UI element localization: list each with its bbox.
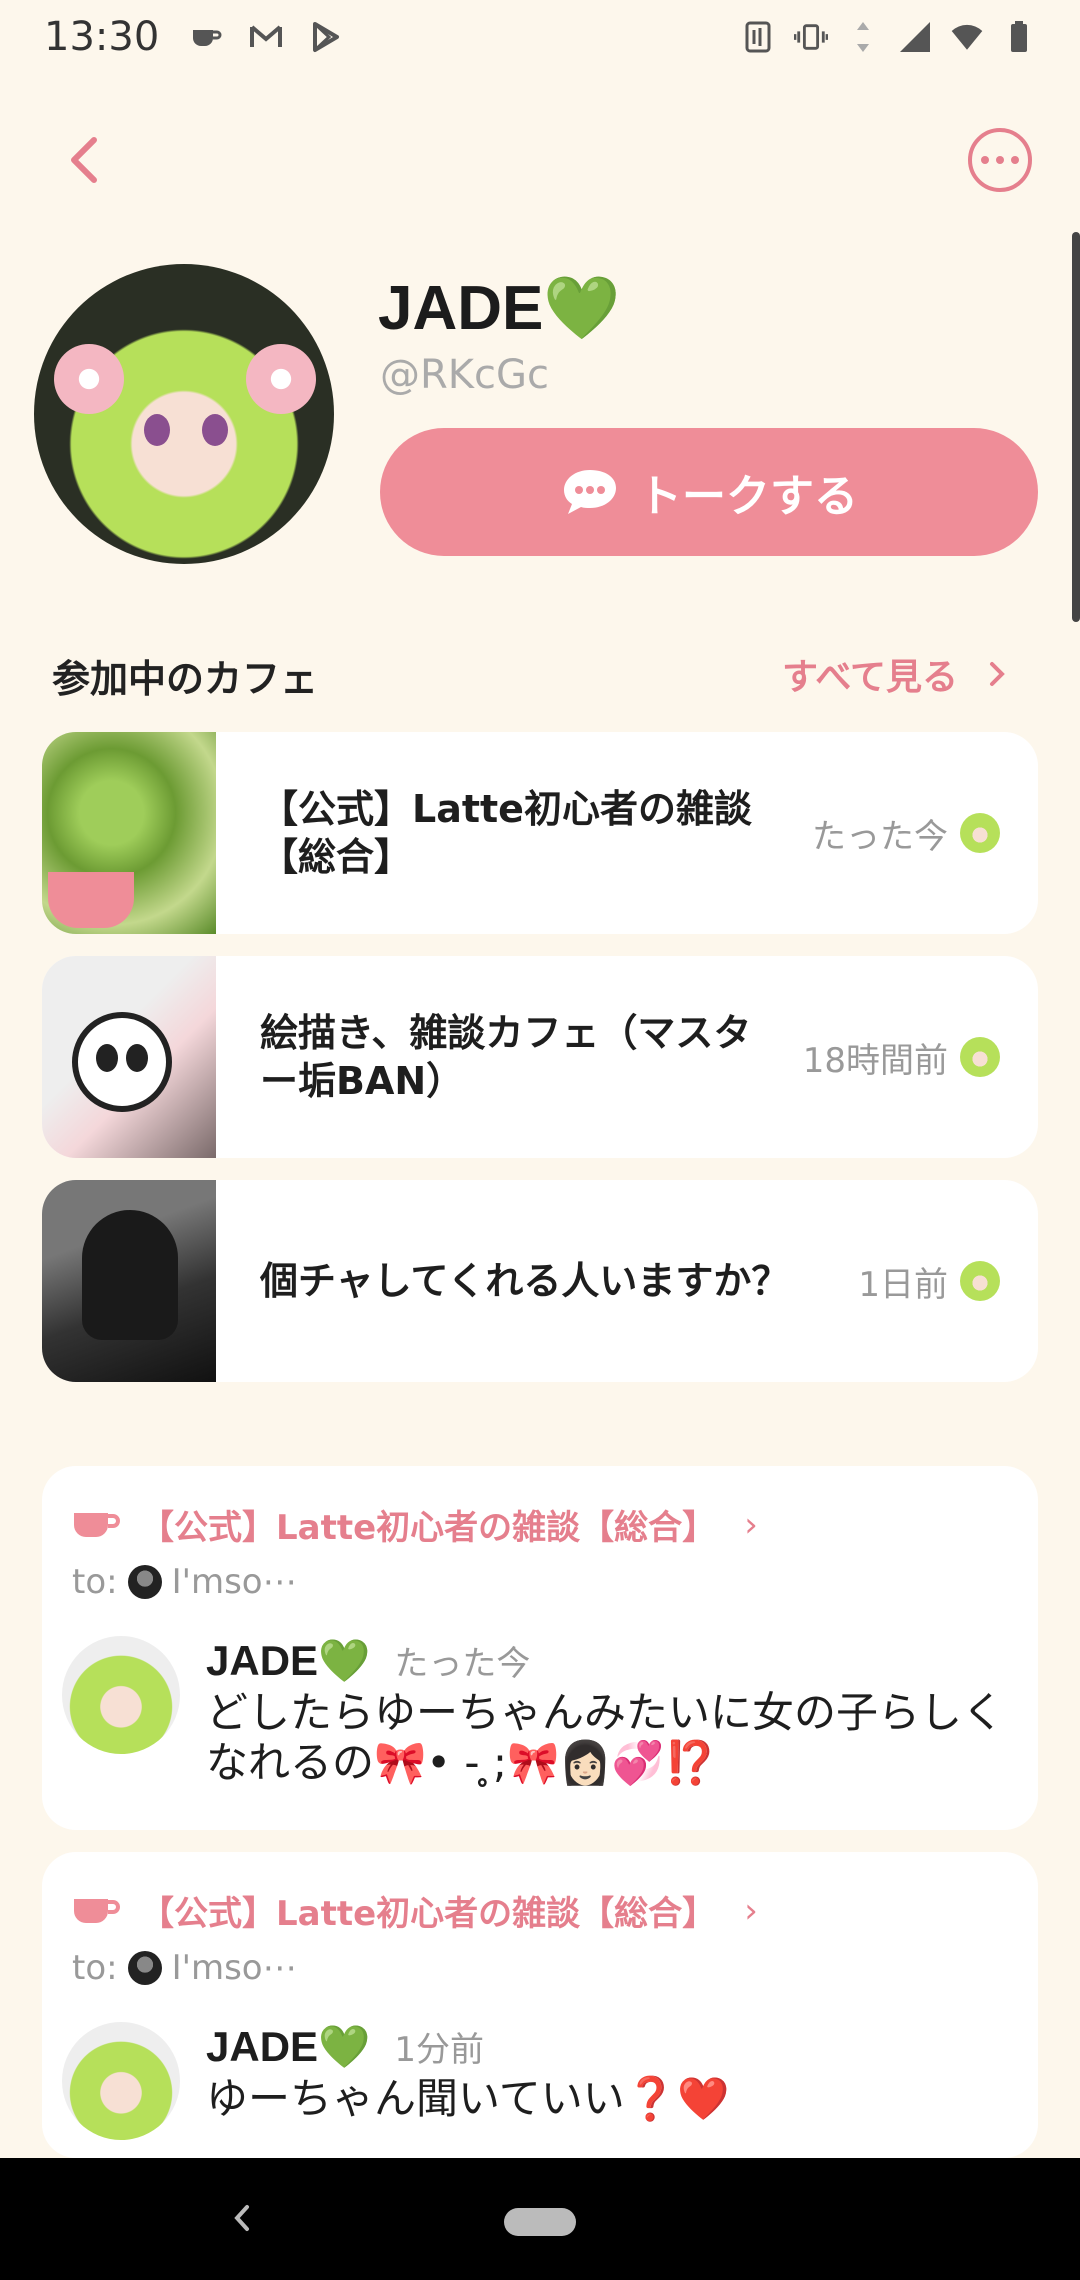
avatar <box>127 1951 162 1985</box>
cafe-time: 18時間前 <box>802 1040 948 1081</box>
nav-home-pill[interactable] <box>504 2208 576 2236</box>
profile-handle: @RKcGc <box>380 352 550 398</box>
cafe-time: たった今 <box>812 816 948 857</box>
cafe-card[interactable]: 個チャしてくれる人いますか？ 1日前 <box>42 1180 1038 1382</box>
scrollbar[interactable] <box>1072 232 1080 622</box>
cafe-name: 個チャしてくれる人いますか？ <box>260 1259 790 1303</box>
to-prefix: to: <box>72 1948 118 1988</box>
post-author: JADE💚 <box>206 2023 371 2070</box>
cafe-meta: 1日前 <box>858 1257 1038 1306</box>
cafe-thumbnail <box>42 732 216 934</box>
chevron-left-icon <box>71 137 97 183</box>
cup-icon <box>74 1512 120 1537</box>
data-arrows-icon <box>846 20 880 54</box>
signal-icon <box>898 20 932 54</box>
profile-avatar <box>34 264 334 564</box>
chevron-right-icon: › <box>744 1504 758 1545</box>
more-horizontal-icon <box>981 156 989 164</box>
avatar <box>127 1565 162 1599</box>
more-horizontal-icon <box>996 156 1004 164</box>
avatar <box>960 813 1000 853</box>
system-nav-bar <box>0 2158 1080 2280</box>
post-cafe-name: 【公式】Latte初心者の雑談【総合】 <box>140 1894 717 1934</box>
avatar[interactable] <box>62 1636 180 1754</box>
chevron-right-icon <box>990 662 1005 686</box>
post-body: どしたらゆーちゃんみたいに女の子らしくなれるの🎀• - ̥;🎀👩🏻💞⁉️ <box>206 1688 1005 1787</box>
post-author: JADE💚 <box>206 1637 371 1684</box>
post-recipient: to: I'mso⋯ <box>72 1948 297 1988</box>
status-bar: 13:30 <box>0 0 1080 74</box>
post-body: ゆーちゃん聞いていい❓❤️ <box>206 2074 730 2123</box>
cafe-meta: たった今 <box>812 809 1038 858</box>
post-header: JADE💚 1分前 <box>206 2022 484 2072</box>
chevron-left-icon <box>234 2205 249 2231</box>
top-bar <box>0 120 1080 200</box>
battery-icon <box>1002 20 1036 54</box>
cafe-card[interactable]: 【公式】Latte初心者の雑談【総合】 たった今 <box>42 732 1038 934</box>
cafe-meta: 18時間前 <box>803 1033 1038 1082</box>
cafe-thumbnail <box>42 1180 216 1382</box>
vibrate-icon <box>794 20 828 54</box>
cafe-thumbnail <box>42 956 216 1158</box>
post-time: 1分前 <box>394 2030 484 2070</box>
to-prefix: to: <box>72 1562 118 1602</box>
status-icons-right <box>742 20 1036 54</box>
avatar[interactable] <box>62 2022 180 2140</box>
wifi-icon <box>950 20 984 54</box>
chat-bubble-icon <box>564 470 616 514</box>
more-options-button[interactable] <box>968 128 1032 192</box>
post-header: JADE💚 たった今 <box>206 1636 530 1686</box>
chevron-right-icon: › <box>744 1890 758 1931</box>
post-cafe-link[interactable]: 【公式】Latte初心者の雑談【総合】 › <box>70 1500 758 1549</box>
avatar <box>960 1037 1000 1077</box>
cafe-time: 1日前 <box>858 1264 948 1305</box>
post-time: たった今 <box>394 1644 531 1684</box>
cafe-name: 【公式】Latte初心者の雑談【総合】 <box>260 787 752 879</box>
back-button[interactable] <box>56 130 112 190</box>
coffee-notification-icon <box>189 20 223 54</box>
talk-button-label: トークする <box>638 472 858 521</box>
cafe-name: 絵描き、雑談カフェ（マスター垢BAN） <box>260 1011 752 1103</box>
nfc-icon <box>742 20 776 54</box>
gmail-icon <box>249 20 283 54</box>
to-name: I'mso⋯ <box>171 1562 297 1602</box>
post-cafe-name: 【公式】Latte初心者の雑談【総合】 <box>140 1508 717 1548</box>
status-icons-left <box>189 20 343 54</box>
post-cafe-link[interactable]: 【公式】Latte初心者の雑談【総合】 › <box>70 1886 758 1935</box>
cafe-card[interactable]: 絵描き、雑談カフェ（マスター垢BAN） 18時間前 <box>42 956 1038 1158</box>
see-all-link[interactable]: すべて見る <box>782 648 1006 700</box>
nav-back-button[interactable] <box>222 2196 262 2240</box>
avatar <box>960 1261 1000 1301</box>
more-horizontal-icon <box>1011 156 1019 164</box>
see-all-label: すべて見る <box>781 657 958 698</box>
cup-icon <box>74 1898 120 1923</box>
talk-button[interactable]: トークする <box>380 428 1038 556</box>
post-card[interactable]: 【公式】Latte初心者の雑談【総合】 › to: I'mso⋯ JADE💚 た… <box>42 1466 1038 1830</box>
post-card[interactable]: 【公式】Latte初心者の雑談【総合】 › to: I'mso⋯ JADE💚 1… <box>42 1852 1038 2158</box>
post-recipient: to: I'mso⋯ <box>72 1562 297 1602</box>
play-store-icon <box>309 20 343 54</box>
section-title: 参加中のカフェ <box>52 657 319 701</box>
status-time: 13:30 <box>44 14 160 60</box>
to-name: I'mso⋯ <box>171 1948 297 1988</box>
profile-name: JADE💚 <box>378 274 621 343</box>
